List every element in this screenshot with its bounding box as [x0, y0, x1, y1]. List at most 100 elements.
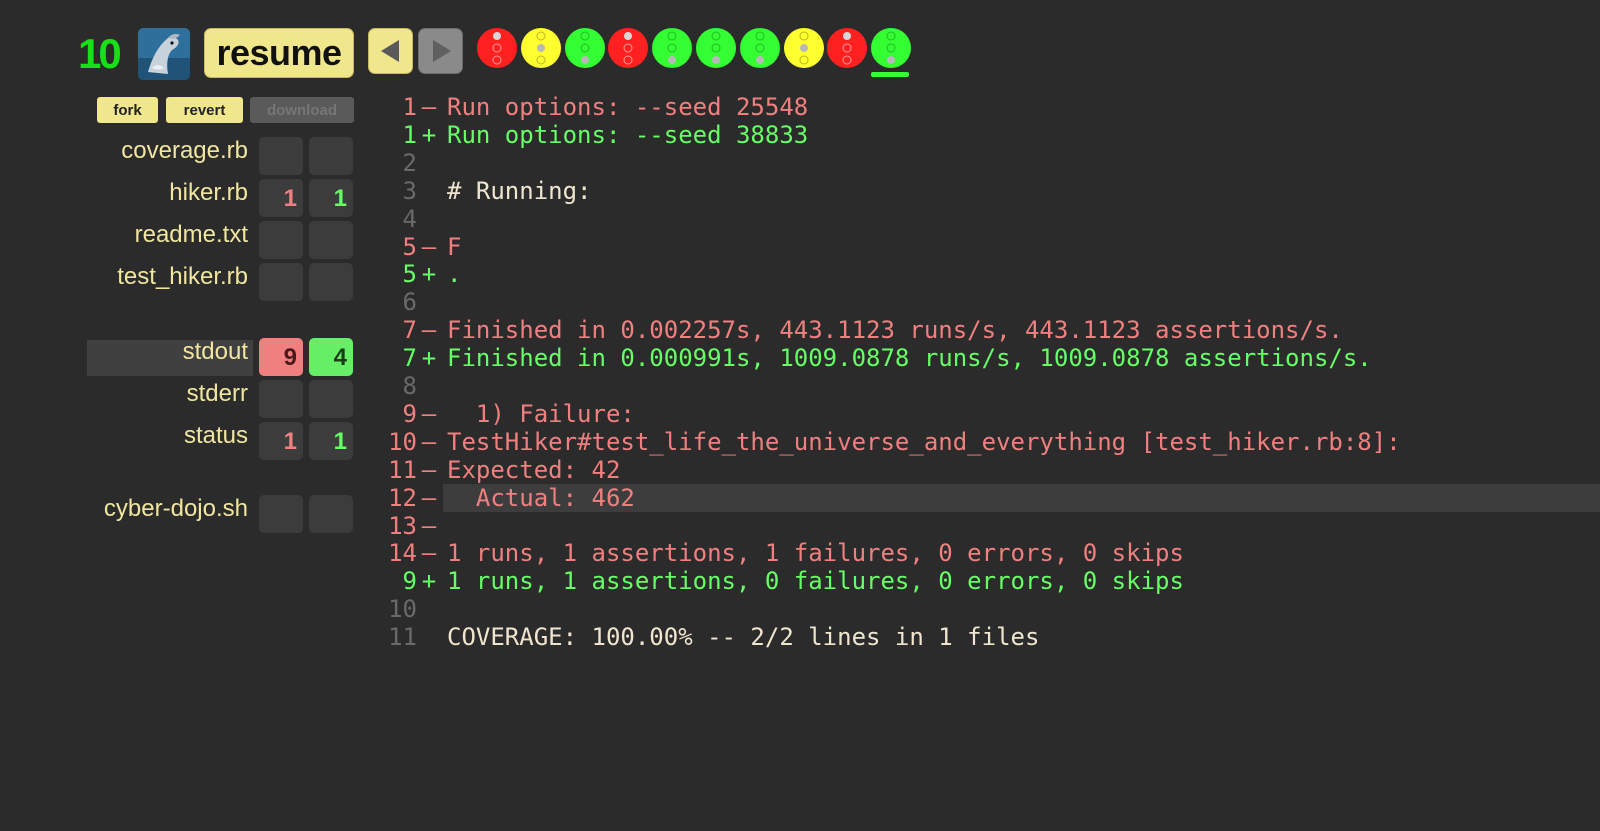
diff-sign: –: [421, 400, 437, 428]
light-indicator-icon: [799, 31, 809, 65]
line-number: 3: [402, 177, 417, 205]
light-indicator-icon: [536, 31, 546, 65]
diff-line-added: 9 +1 runs, 1 assertions, 0 failures, 0 er…: [369, 567, 1600, 595]
line-text: TestHiker#test_life_the_universe_and_eve…: [447, 428, 1401, 456]
diff-line-same: 4: [369, 205, 1600, 233]
diff-line-deleted: 1– Run options: --seed 25548: [369, 93, 1600, 121]
file-row-stderr[interactable]: stderr: [0, 380, 360, 420]
dolphin-avatar-icon[interactable]: [138, 28, 190, 80]
line-text: 1) Failure:: [447, 400, 635, 428]
line-text: Finished in 0.002257s, 443.1123 runs/s, …: [447, 316, 1343, 344]
file-name: cyber-dojo.sh: [103, 495, 248, 522]
diff-line-added: 1 + Run options: --seed 38833: [369, 121, 1600, 149]
diff-sign: –: [421, 484, 437, 512]
diff-line-deleted: 10– TestHiker#test_life_the_universe_and_…: [369, 428, 1600, 456]
diff-sign: +: [421, 567, 437, 595]
file-name: readme.txt: [134, 221, 248, 248]
traffic-light-green[interactable]: [652, 28, 692, 68]
line-number: 6: [402, 288, 417, 316]
traffic-light-red[interactable]: [608, 28, 648, 68]
diff-line-added: 7 + Finished in 0.000991s, 1009.0878 runs/…: [369, 344, 1600, 372]
added-count: [309, 380, 353, 418]
file-name: status: [183, 422, 248, 449]
top-bar: 10 resume: [0, 0, 1600, 90]
light-indicator-icon: [886, 31, 896, 64]
file-name: stdout: [182, 338, 248, 365]
diff-line-deleted: 7– Finished in 0.002257s, 443.1123 runs/s…: [369, 316, 1600, 344]
line-number: 7: [402, 344, 417, 372]
traffic-light-green[interactable]: [565, 28, 605, 68]
resume-button[interactable]: resume: [204, 28, 354, 78]
diff-line-same: 10: [369, 595, 1600, 623]
traffic-light-green[interactable]: [871, 28, 911, 68]
added-count: [309, 495, 353, 533]
line-text: Finished in 0.000991s, 1009.0878 runs/s,…: [447, 344, 1372, 372]
light-indicator-icon: [492, 32, 502, 65]
diff-line-same: 11 COVERAGE: 100.00% -- 2/2 lines in 1 fi…: [369, 623, 1600, 651]
traffic-light-green[interactable]: [740, 28, 780, 68]
traffic-light-amber[interactable]: [784, 28, 824, 68]
line-text: 1 runs, 1 assertions, 0 failures, 0 erro…: [447, 567, 1184, 595]
line-text: .: [447, 260, 462, 288]
line-number: 14: [388, 539, 417, 567]
line-number: 9: [402, 400, 417, 428]
line-text: 1 runs, 1 assertions, 1 failures, 0 erro…: [447, 539, 1184, 567]
line-number: 10: [388, 595, 417, 623]
line-text: Run options: --seed 25548: [447, 93, 809, 121]
line-number: 8: [402, 372, 417, 400]
traffic-light-green[interactable]: [696, 28, 736, 68]
file-row-status[interactable]: status 1 1: [0, 422, 360, 462]
file-row-test-hiker[interactable]: test_hiker.rb: [0, 263, 360, 303]
traffic-light-amber[interactable]: [521, 28, 561, 68]
file-row-cyber-dojo-sh[interactable]: cyber-dojo.sh: [0, 495, 360, 535]
triangle-right-icon: [432, 40, 451, 62]
diff-sign: –: [421, 93, 437, 121]
line-number: 1: [402, 93, 417, 121]
previous-button[interactable]: [368, 28, 413, 74]
avatar-count: 10: [78, 30, 122, 77]
line-number: 11: [388, 456, 417, 484]
diff-view[interactable]: 1– Run options: --seed 25548 1 + Run options…: [369, 90, 1600, 831]
diff-line-deleted: 9– 1) Failure:: [369, 400, 1600, 428]
file-row-coverage[interactable]: coverage.rb: [0, 137, 360, 177]
deleted-count: [259, 137, 303, 175]
diff-sign: –: [421, 512, 437, 540]
diff-sign: –: [421, 456, 437, 484]
traffic-light-red[interactable]: [477, 28, 517, 68]
line-text: Actual: 462: [447, 484, 635, 512]
deleted-count: 9: [259, 338, 303, 376]
added-count: 1: [309, 179, 353, 217]
traffic-light-red[interactable]: [827, 28, 867, 68]
diff-sign: –: [421, 233, 437, 261]
file-row-hiker[interactable]: hiker.rb 1 1: [0, 179, 360, 219]
download-button[interactable]: download: [250, 97, 354, 123]
light-indicator-icon: [755, 31, 765, 64]
line-number: 5: [402, 233, 417, 261]
added-count: [309, 137, 353, 175]
file-row-stdout[interactable]: stdout 9 4: [0, 338, 360, 378]
added-count: 4: [309, 338, 353, 376]
file-name: test_hiker.rb: [117, 263, 248, 290]
diff-line-same: 6: [369, 288, 1600, 316]
diff-line-same: 8: [369, 372, 1600, 400]
line-number: 4: [402, 205, 417, 233]
diff-line-deleted: 12– Actual: 462: [369, 484, 1600, 512]
diff-sign: –: [421, 316, 437, 344]
deleted-count: [259, 380, 303, 418]
diff-line-same: 2: [369, 149, 1600, 177]
light-indicator-icon: [623, 32, 633, 65]
added-count: 1: [309, 422, 353, 460]
diff-sign: –: [421, 428, 437, 456]
deleted-count: [259, 495, 303, 533]
diff-line-deleted: 5– F: [369, 233, 1600, 261]
file-sidebar: fork revert download coverage.rb hiker.r…: [0, 90, 360, 831]
diff-line-same: 3 # Running:: [369, 177, 1600, 205]
line-text: # Running:: [447, 177, 592, 205]
fork-button[interactable]: fork: [97, 97, 158, 123]
light-indicator-icon: [580, 31, 590, 64]
revert-button[interactable]: revert: [166, 97, 243, 123]
diff-line-added: 5 +.: [369, 260, 1600, 288]
added-count: [309, 263, 353, 301]
next-button[interactable]: [418, 28, 463, 74]
file-row-readme[interactable]: readme.txt: [0, 221, 360, 261]
